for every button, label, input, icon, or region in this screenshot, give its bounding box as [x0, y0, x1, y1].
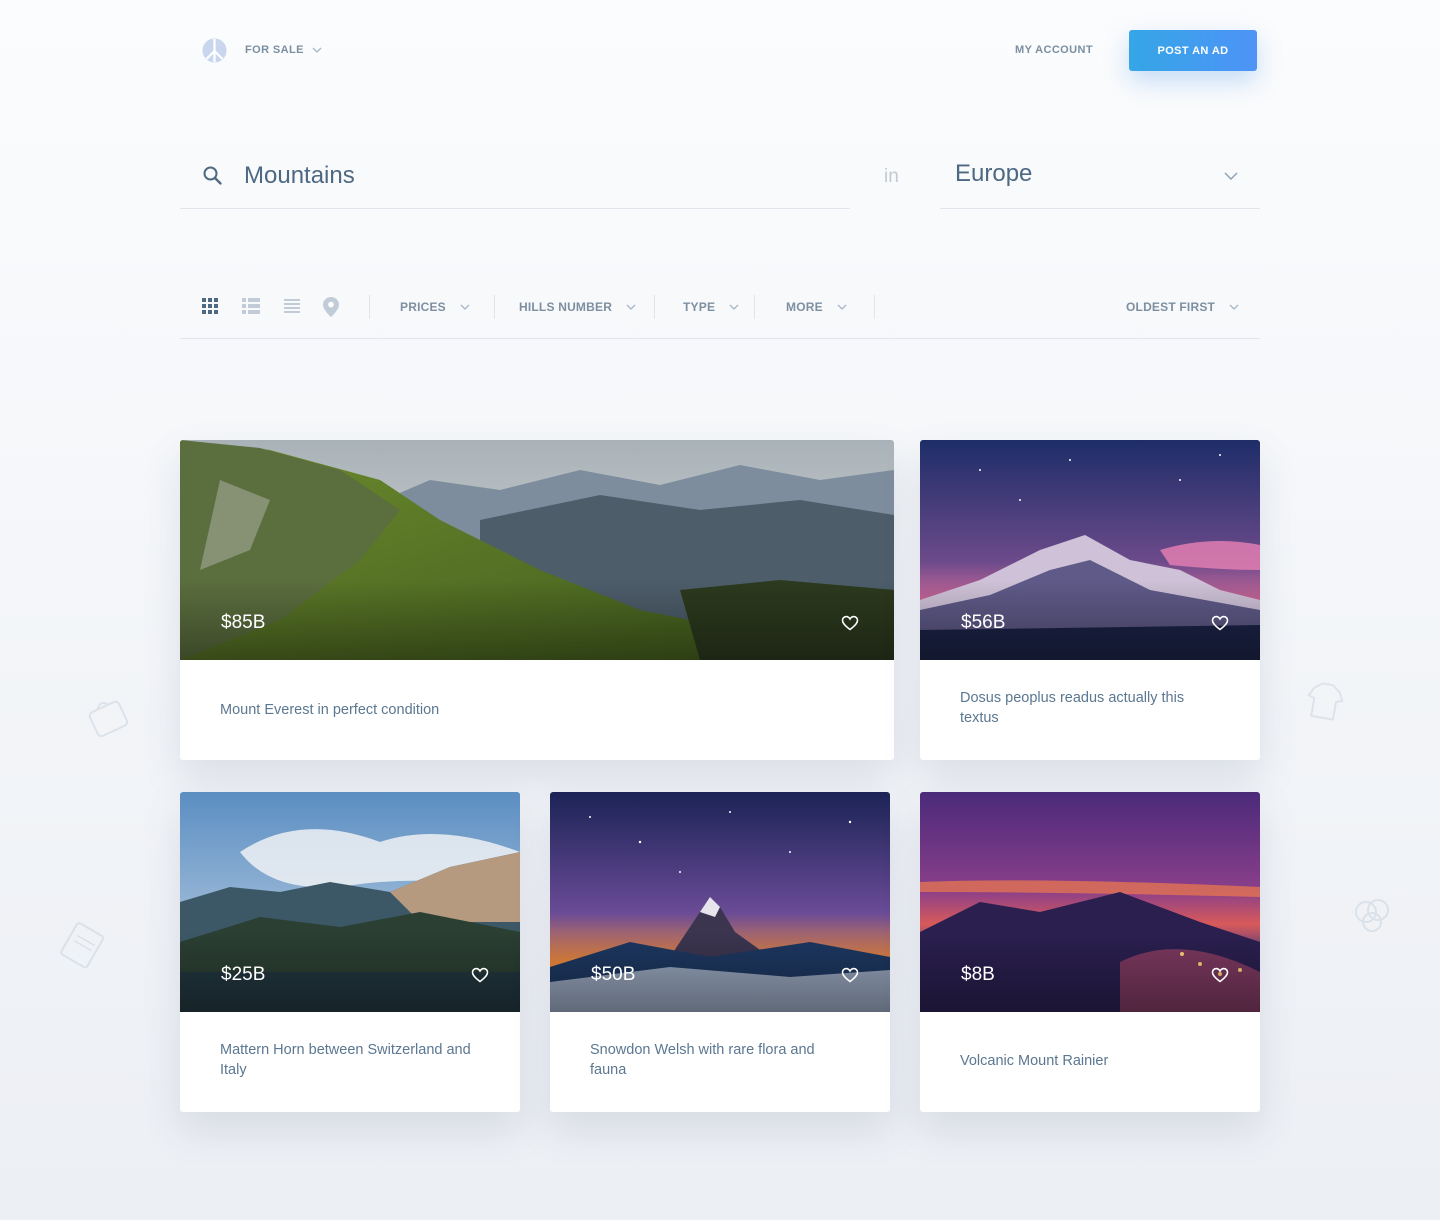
sort-dropdown[interactable]: OLDEST FIRST	[1126, 300, 1239, 314]
price-label: $85B	[221, 612, 266, 633]
top-header: FOR SALE MY ACCOUNT POST AN AD	[180, 30, 1260, 71]
post-an-ad-button[interactable]: POST AN AD	[1129, 30, 1257, 71]
price-label: $56B	[961, 612, 1006, 633]
search-icon	[203, 166, 222, 185]
heart-icon[interactable]	[841, 967, 859, 983]
price-label: $8B	[961, 964, 995, 985]
listing-card[interactable]: $8B Volcanic Mount Rainier	[920, 792, 1260, 1112]
price-label: $25B	[221, 964, 266, 985]
divider	[369, 295, 370, 319]
price-label: $50B	[591, 964, 636, 985]
hills-number-filter[interactable]: HILLS NUMBER	[519, 300, 636, 314]
listing-title: Mattern Horn between Switzerland and Ita…	[220, 1042, 471, 1078]
listing-title: Dosus peoplus readus actually this textu…	[960, 690, 1185, 726]
divider	[754, 295, 755, 319]
hills-number-filter-label: HILLS NUMBER	[519, 300, 613, 314]
prices-filter-label: PRICES	[400, 300, 446, 314]
tag-decoration-icon	[60, 922, 105, 969]
prices-filter[interactable]: PRICES	[400, 300, 470, 314]
listing-image	[180, 440, 894, 660]
type-filter[interactable]: TYPE	[683, 300, 739, 314]
more-filter[interactable]: MORE	[786, 300, 847, 314]
chevron-down-icon	[1224, 172, 1238, 180]
listing-card[interactable]: $85B Mount Everest in perfect condition	[180, 440, 894, 760]
in-label: in	[884, 166, 899, 187]
sort-label: OLDEST FIRST	[1126, 300, 1216, 314]
chevron-down-icon	[312, 47, 322, 53]
my-account-link[interactable]: MY ACCOUNT	[1015, 44, 1093, 56]
grid-view-icon[interactable]	[202, 298, 218, 314]
heart-icon[interactable]	[1211, 615, 1229, 631]
heart-icon[interactable]	[841, 615, 859, 631]
bag-decoration-icon	[88, 700, 129, 738]
search-field	[180, 150, 850, 209]
divider	[874, 295, 875, 319]
peace-logo-icon[interactable]	[202, 38, 227, 63]
image-shade	[180, 580, 894, 660]
more-filter-label: MORE	[786, 300, 823, 314]
search-bar: in Europe	[180, 150, 1260, 210]
region-select[interactable]: Europe	[940, 150, 1260, 209]
chevron-down-icon	[626, 304, 636, 310]
listing-title: Snowdon Welsh with rare flora and fauna	[590, 1042, 815, 1078]
chevron-down-icon	[837, 304, 847, 310]
chevron-down-icon	[1229, 304, 1239, 310]
chevron-down-icon	[460, 304, 470, 310]
chevron-down-icon	[729, 304, 739, 310]
search-input[interactable]	[244, 158, 824, 194]
listing-card[interactable]: $50B Snowdon Welsh with rare flora and f…	[550, 792, 890, 1112]
listing-title: Volcanic Mount Rainier	[960, 1053, 1109, 1069]
divider	[654, 295, 655, 319]
region-value: Europe	[955, 160, 1033, 187]
heart-icon[interactable]	[1211, 967, 1229, 983]
category-label: FOR SALE	[245, 44, 304, 56]
listing-card[interactable]: $25B Mattern Horn between Switzerland an…	[180, 792, 520, 1112]
cloud-decoration-icon	[1355, 899, 1389, 932]
divider	[494, 295, 495, 319]
shirt-decoration-icon	[1307, 682, 1344, 721]
list-view-icon[interactable]	[242, 298, 260, 314]
listing-card[interactable]: $56B Dosus peoplus readus actually this …	[920, 440, 1260, 760]
heart-icon[interactable]	[471, 967, 489, 983]
filter-bar: PRICES HILLS NUMBER TYPE MORE OLDEST FIR…	[180, 288, 1260, 339]
listing-title: Mount Everest in perfect condition	[220, 702, 440, 718]
map-pin-icon[interactable]	[323, 297, 339, 317]
type-filter-label: TYPE	[683, 300, 716, 314]
category-dropdown[interactable]: FOR SALE	[245, 44, 322, 56]
compact-list-icon[interactable]	[284, 298, 300, 314]
